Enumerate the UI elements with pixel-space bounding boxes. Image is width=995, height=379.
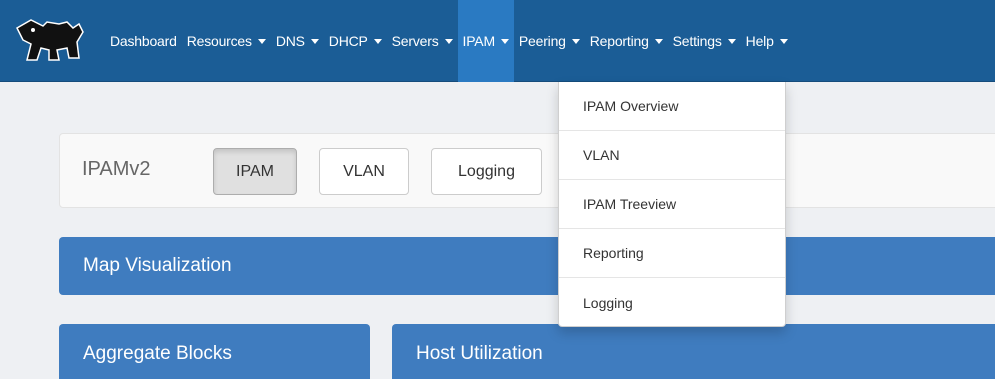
host-utilization-panel[interactable]: Host Utilization (392, 324, 995, 379)
menu-item-ipam-overview[interactable]: IPAM Overview (559, 82, 785, 131)
nav-item-label: Help (745, 33, 774, 49)
menu-item-ipam-treeview[interactable]: IPAM Treeview (559, 180, 785, 229)
nav-item-dhcp[interactable]: DHCP (324, 0, 387, 82)
nav-menu: Dashboard Resources DNS DHCP Servers IPA… (105, 0, 793, 82)
nav-item-label: DNS (275, 33, 305, 49)
nav-item-peering[interactable]: Peering (514, 0, 585, 82)
ipam-subnav: IPAMv2 IPAM VLAN Logging (59, 133, 995, 208)
nav-item-dns[interactable]: DNS (271, 0, 324, 82)
nav-item-settings[interactable]: Settings (668, 0, 741, 82)
nav-item-label: Resources (186, 33, 252, 49)
nav-item-label: DHCP (328, 33, 368, 49)
nav-item-label: Servers (391, 33, 439, 49)
caret-down-icon (779, 38, 788, 44)
caret-down-icon (571, 38, 580, 44)
ipam-dropdown-menu: IPAM Overview VLAN IPAM Treeview Reporti… (558, 82, 786, 327)
nav-item-resources[interactable]: Resources (182, 0, 271, 82)
ipam-button[interactable]: IPAM (213, 148, 297, 195)
page-title: IPAMv2 (82, 158, 151, 180)
nav-item-label: Peering (518, 33, 566, 49)
nav-item-help[interactable]: Help (741, 0, 793, 82)
menu-item-vlan[interactable]: VLAN (559, 131, 785, 180)
caret-down-icon (500, 38, 509, 44)
nav-item-reporting[interactable]: Reporting (585, 0, 668, 82)
panel-title: Map Visualization (83, 255, 232, 276)
caret-down-icon (310, 38, 319, 44)
caret-down-icon (373, 38, 382, 44)
nav-item-label: Reporting (589, 33, 649, 49)
aggregate-blocks-panel[interactable]: Aggregate Blocks (59, 324, 370, 379)
panel-title: Aggregate Blocks (83, 343, 232, 364)
caret-down-icon (444, 38, 453, 44)
map-visualization-panel[interactable]: Map Visualization (59, 237, 995, 295)
caret-down-icon (257, 38, 266, 44)
nav-item-label: IPAM (462, 33, 496, 49)
caret-down-icon (654, 38, 663, 44)
top-navbar: Dashboard Resources DNS DHCP Servers IPA… (0, 0, 995, 82)
nav-item-servers[interactable]: Servers (387, 0, 458, 82)
bear-logo-icon[interactable] (0, 0, 100, 82)
nav-item-label: Dashboard (110, 33, 177, 49)
nav-item-dashboard[interactable]: Dashboard (105, 0, 182, 82)
nav-item-label: Settings (672, 33, 722, 49)
caret-down-icon (727, 38, 736, 44)
panel-title: Host Utilization (416, 343, 543, 364)
menu-item-reporting[interactable]: Reporting (559, 229, 785, 278)
nav-item-ipam[interactable]: IPAM (457, 0, 514, 82)
menu-item-logging[interactable]: Logging (559, 278, 785, 327)
vlan-button[interactable]: VLAN (319, 148, 409, 195)
logging-button[interactable]: Logging (431, 148, 542, 195)
